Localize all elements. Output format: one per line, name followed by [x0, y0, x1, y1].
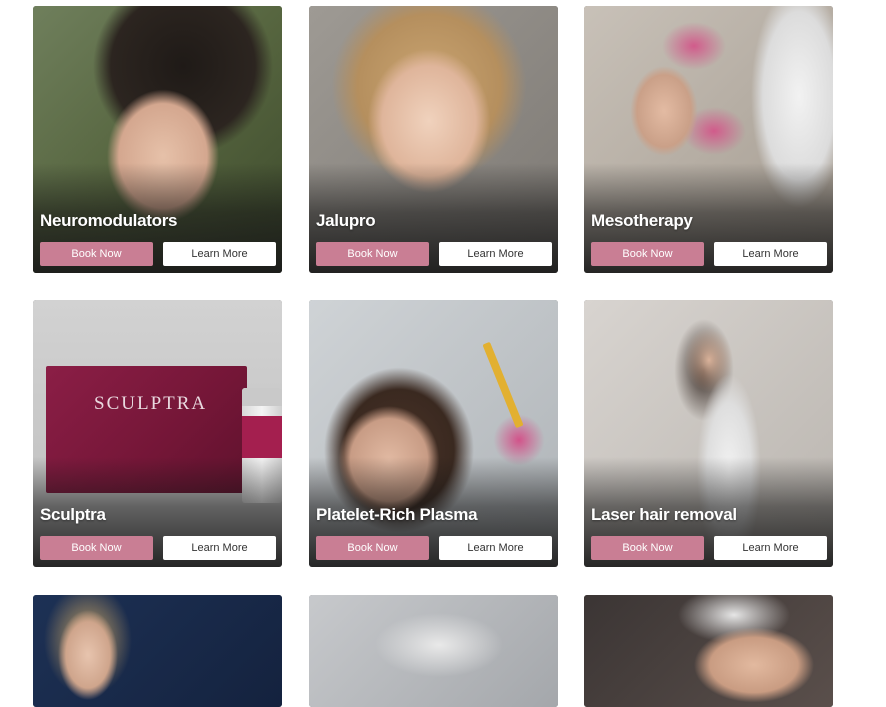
book-now-button[interactable]: Book Now [40, 242, 153, 266]
book-now-button[interactable]: Book Now [316, 536, 429, 560]
service-title: Mesotherapy [591, 211, 693, 230]
service-card-partial[interactable] [33, 595, 282, 707]
syringe-image [482, 341, 524, 429]
learn-more-button[interactable]: Learn More [163, 536, 276, 560]
book-now-button[interactable]: Book Now [40, 536, 153, 560]
service-photo [309, 595, 558, 707]
service-title: Jalupro [316, 211, 376, 230]
book-now-button[interactable]: Book Now [591, 536, 704, 560]
service-title: Platelet-Rich Plasma [316, 505, 478, 524]
service-title: Laser hair removal [591, 505, 737, 524]
service-card-neuromodulators: Neuromodulators Book Now Learn More [33, 6, 282, 273]
book-now-button[interactable]: Book Now [316, 242, 429, 266]
service-card-sculptra: SCULPTRA Sculptra Book Now Learn More [33, 300, 282, 567]
vial-cap [242, 388, 282, 406]
service-card-mesotherapy: Mesotherapy Book Now Learn More [584, 6, 833, 273]
learn-more-button[interactable]: Learn More [163, 242, 276, 266]
service-title: Neuromodulators [40, 211, 178, 230]
learn-more-button[interactable]: Learn More [714, 242, 827, 266]
service-photo [584, 595, 833, 707]
learn-more-button[interactable]: Learn More [714, 536, 827, 560]
book-now-button[interactable]: Book Now [591, 242, 704, 266]
service-card-platelet-rich-plasma: Platelet-Rich Plasma Book Now Learn More [309, 300, 558, 567]
service-card-partial[interactable] [584, 595, 833, 707]
vial-label [242, 416, 282, 458]
product-brand-text: SCULPTRA [94, 393, 208, 414]
service-photo [33, 595, 282, 707]
service-card-laser-hair-removal: Laser hair removal Book Now Learn More [584, 300, 833, 567]
learn-more-button[interactable]: Learn More [439, 242, 552, 266]
service-card-partial[interactable] [309, 595, 558, 707]
learn-more-button[interactable]: Learn More [439, 536, 552, 560]
service-title: Sculptra [40, 505, 106, 524]
service-card-jalupro: Jalupro Book Now Learn More [309, 6, 558, 273]
